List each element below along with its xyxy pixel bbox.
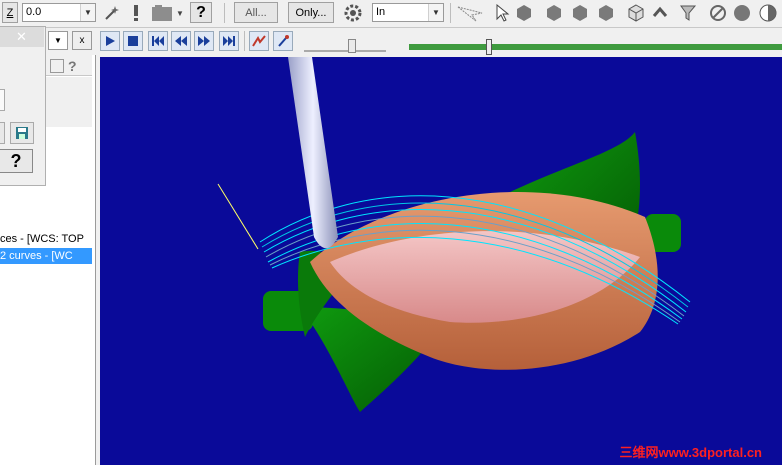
select-only-button[interactable]: Only... bbox=[288, 2, 334, 23]
skip-end-button[interactable] bbox=[219, 31, 239, 51]
toolpath-display-button[interactable] bbox=[249, 31, 269, 51]
watermark-text: 三维网www.3dportal.cn bbox=[619, 445, 762, 460]
help-button[interactable]: ? bbox=[190, 2, 212, 23]
main-toolbar: Z 0.0 ▼ ▼ ? All... Only... In ▼ bbox=[0, 0, 782, 28]
fast-forward-icon bbox=[198, 36, 210, 46]
stop-button[interactable] bbox=[123, 31, 143, 51]
filter-icon[interactable] bbox=[678, 3, 698, 23]
select-all-button[interactable]: All... bbox=[234, 2, 278, 23]
shade-hexagon-icon[interactable] bbox=[570, 3, 590, 23]
chevron-down-icon[interactable]: ▼ bbox=[80, 4, 95, 21]
skip-end-icon bbox=[223, 36, 235, 46]
dialog-button[interactable] bbox=[0, 122, 5, 144]
graphics-viewport[interactable]: 三维网www.3dportal.cn bbox=[100, 57, 782, 465]
tool-display-button[interactable] bbox=[273, 31, 293, 51]
units-value: In bbox=[376, 6, 386, 18]
rewind-icon bbox=[175, 36, 187, 46]
panel-toolbar: ? bbox=[46, 55, 92, 76]
list-item[interactable]: ces - [WCS: TOP bbox=[0, 231, 92, 247]
shade-hexagon-icon[interactable] bbox=[544, 3, 564, 23]
rotor-model-render bbox=[217, 57, 691, 412]
solid-hexagon-icon[interactable] bbox=[514, 3, 534, 23]
cutting-tool bbox=[288, 57, 338, 249]
dialog-field[interactable] bbox=[0, 89, 5, 111]
help-icon[interactable]: ? bbox=[68, 58, 77, 74]
play-icon bbox=[106, 36, 115, 46]
tool-icon bbox=[278, 35, 289, 47]
toolbar-separator bbox=[450, 3, 451, 23]
stop-icon bbox=[128, 36, 138, 46]
exclamation-icon[interactable] bbox=[126, 3, 146, 23]
contrast-sphere-icon[interactable] bbox=[758, 3, 778, 23]
toolbar-separator bbox=[224, 3, 225, 23]
z-depth-value: 0.0 bbox=[26, 6, 42, 18]
toolbar-separator bbox=[244, 31, 245, 51]
play-button[interactable] bbox=[100, 31, 120, 51]
cube-icon[interactable] bbox=[626, 3, 646, 23]
pointer-icon[interactable] bbox=[492, 3, 512, 23]
close-icon[interactable]: x bbox=[72, 31, 92, 50]
undo-arrow-icon[interactable] bbox=[650, 3, 670, 23]
progress-handle[interactable] bbox=[486, 39, 492, 55]
units-select[interactable]: In ▼ bbox=[372, 3, 444, 22]
close-icon[interactable]: ✕ bbox=[16, 29, 27, 45]
help-button[interactable]: ? bbox=[0, 149, 33, 173]
gear-icon[interactable] bbox=[342, 3, 364, 23]
list-item-selected[interactable]: 2 curves - [WC bbox=[0, 248, 92, 264]
sphere-icon[interactable] bbox=[732, 3, 752, 23]
z-depth-label: Z bbox=[2, 2, 18, 23]
toolpath-icon bbox=[252, 35, 266, 47]
panel-controls bbox=[46, 77, 92, 127]
selection-arrow-icon[interactable] bbox=[456, 3, 486, 23]
progress-bar[interactable] bbox=[409, 44, 782, 50]
wand-icon[interactable] bbox=[102, 3, 122, 23]
help-icon: ? bbox=[196, 3, 206, 21]
skip-start-button[interactable] bbox=[148, 31, 168, 51]
save-icon bbox=[16, 127, 28, 139]
shade-hexagon-icon[interactable] bbox=[596, 3, 616, 23]
chevron-down-icon[interactable]: ▼ bbox=[428, 4, 443, 21]
speed-slider[interactable] bbox=[304, 50, 386, 52]
step-back-button[interactable] bbox=[171, 31, 191, 51]
floating-dialog: ✕ ? bbox=[0, 26, 46, 186]
save-button[interactable] bbox=[10, 122, 34, 144]
no-entry-icon[interactable] bbox=[708, 3, 728, 23]
skip-start-icon bbox=[152, 36, 164, 46]
step-forward-button[interactable] bbox=[194, 31, 214, 51]
z-depth-input[interactable]: 0.0 ▼ bbox=[22, 3, 96, 22]
speed-slider-handle[interactable] bbox=[348, 39, 356, 53]
approach-line bbox=[217, 183, 259, 250]
chevron-down-icon[interactable]: ▼ bbox=[48, 31, 68, 50]
panel-tab[interactable] bbox=[50, 59, 64, 73]
playback-toolbar bbox=[96, 28, 782, 55]
help-icon: ? bbox=[10, 150, 22, 171]
chevron-down-icon[interactable]: ▼ bbox=[175, 3, 185, 23]
folder-icon[interactable] bbox=[150, 3, 174, 23]
